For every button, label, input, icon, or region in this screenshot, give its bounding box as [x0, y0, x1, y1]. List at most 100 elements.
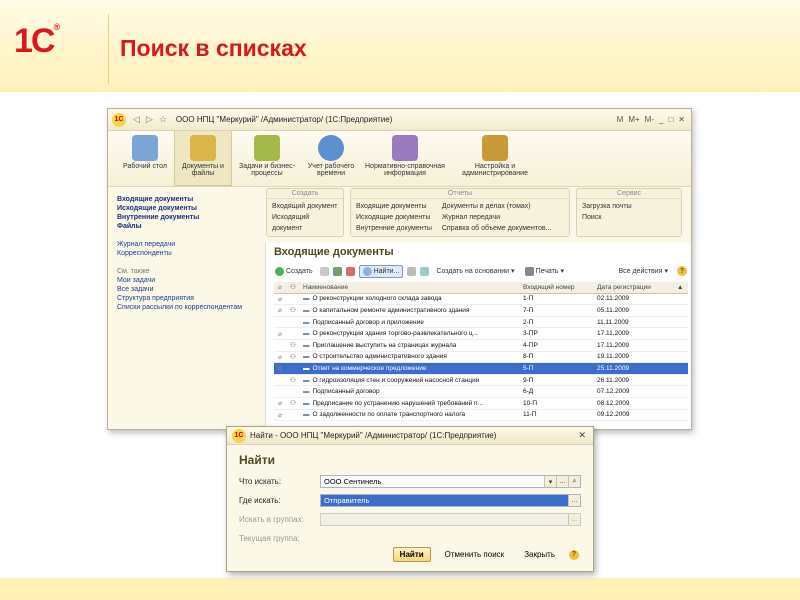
maximize-icon[interactable]: □: [668, 115, 673, 124]
table-row[interactable]: ⌀ ⚇ ▬ О капитальном ремонте административно…: [274, 305, 688, 317]
section-documents[interactable]: Документы и файлы: [174, 131, 232, 186]
nav-outgoing[interactable]: Исходящие документы: [117, 205, 260, 212]
1c-logo: 1С®: [14, 22, 61, 60]
row-number: 4-ПР: [523, 341, 538, 349]
column-date[interactable]: Дата регистрации: [594, 284, 677, 291]
document-icon: ▬: [303, 376, 310, 384]
service-load-mail[interactable]: Загрузка почты: [582, 201, 676, 212]
report-incoming[interactable]: Входящие документы: [356, 201, 432, 212]
column-name[interactable]: Наименование: [300, 284, 520, 291]
forward-arrow-icon[interactable]: ▷: [146, 114, 153, 125]
row-name: ▬ Подписанный договор и приложение: [303, 318, 424, 326]
select-button[interactable]: …: [568, 495, 580, 506]
app-logo-icon[interactable]: 1С: [112, 112, 126, 127]
edit-icon[interactable]: [332, 266, 342, 276]
table-row[interactable]: ⌀ ▬ О реконструкции холодного склада завод…: [274, 294, 688, 306]
what-field[interactable]: ООО Сентинель ▾ … ⌕: [320, 475, 581, 488]
find-button[interactable]: Найти...: [358, 264, 404, 278]
close-button[interactable]: Закрыть: [518, 548, 561, 561]
where-field[interactable]: Отправитель …: [320, 494, 581, 507]
close-icon[interactable]: ✕: [578, 430, 586, 441]
all-actions-menu[interactable]: Все действия ▾: [615, 266, 671, 276]
nav-structure[interactable]: Структура предприятия: [117, 295, 260, 302]
copy-icon[interactable]: [319, 266, 329, 276]
minimize-icon[interactable]: _: [659, 115, 663, 124]
report-outgoing[interactable]: Исходящие документы: [356, 212, 432, 223]
nav-files[interactable]: Файлы: [117, 223, 260, 230]
create-button[interactable]: Создать: [272, 266, 316, 277]
document-icon: ▬: [303, 295, 310, 303]
create-based-on-menu[interactable]: Создать на основании ▾: [433, 266, 517, 276]
nav-my-tasks[interactable]: Мои задачи: [117, 277, 260, 284]
document-icon: ▬: [303, 330, 310, 338]
memory-m-button[interactable]: M: [617, 115, 624, 124]
cancel-search-icon[interactable]: [407, 266, 417, 276]
table-row[interactable]: ⌀ ▬ О реконструкция здания торгово-развлек…: [274, 328, 688, 340]
help-icon[interactable]: ?: [677, 266, 687, 276]
dropdown-icon[interactable]: ▾: [544, 476, 556, 487]
table-row[interactable]: ⚇ ▬ О гидроизоляция стен и сооружений насо…: [274, 375, 688, 387]
select-button[interactable]: …: [556, 476, 568, 487]
group-reports: Отчеты Входящие документы Исходящие доку…: [350, 188, 570, 237]
section-settings[interactable]: Настройка и администрирование: [450, 131, 540, 186]
search-icon[interactable]: ⌕: [568, 476, 580, 487]
titlebar-controls: M M+ M- _ □ ✕: [617, 115, 691, 124]
create-outgoing-link[interactable]: Исходящий документ: [272, 212, 338, 234]
section-reference[interactable]: Нормативно-справочная информация: [360, 131, 450, 186]
memory-plus-button[interactable]: M+: [628, 115, 639, 124]
list-title: Входящие документы: [274, 246, 394, 258]
books-icon: [392, 135, 418, 161]
report-transfer-log[interactable]: Журнал передачи: [442, 212, 552, 223]
nav-correspondents[interactable]: Корреспонденты: [117, 250, 260, 257]
table-row[interactable]: ⌀ ▬ О задолженности по оплате транспортног…: [274, 410, 688, 422]
column-number[interactable]: Входящий номер: [520, 284, 594, 291]
row-name: ▬ О задолженности по оплате транспортного…: [303, 411, 466, 419]
select-button: …: [568, 514, 580, 525]
row-date: 17.11.2009: [597, 341, 630, 349]
help-icon[interactable]: ?: [569, 549, 579, 560]
print-menu[interactable]: Печать ▾: [522, 266, 567, 277]
table-row[interactable]: ⌀ ⚇ ▬ О строительство административного зда…: [274, 352, 688, 364]
table-row[interactable]: ▬ Подписанный договор и приложение 2-П 11.1…: [274, 317, 688, 329]
paperclip-icon: ⌀: [278, 330, 282, 338]
nav-transfer-log[interactable]: Журнал передачи: [117, 241, 260, 248]
row-number: 3-ПР: [523, 330, 538, 338]
back-arrow-icon[interactable]: ◁: [133, 114, 140, 125]
group-create: Создать Входящий документ Исходящий доку…: [266, 188, 344, 237]
section-tasks[interactable]: Задачи и бизнес-процессы: [232, 131, 302, 186]
row-date: 07.12.2009: [597, 388, 630, 396]
refresh-icon[interactable]: [420, 266, 430, 276]
table-row[interactable]: ⌀ ▬ Ответ на коммерческое предложение 5-П 25…: [274, 363, 688, 375]
nav-internal[interactable]: Внутренние документы: [117, 214, 260, 221]
favorites-star-icon[interactable]: ☆: [159, 114, 167, 125]
report-in-cases[interactable]: Документы в делах (томах): [442, 201, 552, 212]
create-incoming-link[interactable]: Входящий документ: [272, 201, 338, 212]
section-time-tracking[interactable]: Учет рабочего времени: [302, 131, 360, 186]
table-row[interactable]: ▬ Подписанный договор 6-Д 07.12.2009: [274, 386, 688, 398]
report-volume[interactable]: Справка об объеме документов...: [442, 223, 552, 234]
cancel-search-button[interactable]: Отменить поиск: [439, 548, 511, 561]
row-number: 2-П: [523, 318, 534, 326]
report-internal[interactable]: Внутренние документы: [356, 223, 432, 234]
navigation-panel: Входящие документы Исходящие документы В…: [108, 188, 260, 429]
action-groups: Создать Входящий документ Исходящий доку…: [266, 188, 682, 237]
section-desktop[interactable]: Рабочий стол: [116, 131, 174, 186]
find-submit-button[interactable]: Найти: [392, 547, 431, 562]
nav-incoming[interactable]: Входящие документы: [117, 196, 260, 203]
delete-icon[interactable]: [345, 266, 355, 276]
row-date: 11.11.2009: [597, 318, 629, 326]
table-row[interactable]: ⌀ ⚇ ▬ Предписание по устранению нарушений т…: [274, 398, 688, 410]
what-label: Что искать:: [239, 477, 282, 486]
service-search[interactable]: Поиск: [582, 212, 676, 223]
nav-all-tasks[interactable]: Все задачи: [117, 286, 260, 293]
dialog-buttons: Найти Отменить поиск Закрыть ?: [392, 547, 579, 562]
close-icon[interactable]: ✕: [678, 115, 685, 124]
paperclip-icon: ⌀: [278, 307, 282, 315]
nav-mailing-lists[interactable]: Списки рассылки по корреспондентам: [117, 304, 260, 311]
row-number: 7-П: [523, 306, 534, 314]
table-row[interactable]: ⚇ ▬ Приглашение выступить на страницах жур…: [274, 340, 688, 352]
memory-minus-button[interactable]: M-: [645, 115, 654, 124]
document-icon: ▬: [303, 318, 310, 326]
header-divider: [108, 14, 109, 84]
app-logo-icon: 1С: [232, 428, 246, 443]
